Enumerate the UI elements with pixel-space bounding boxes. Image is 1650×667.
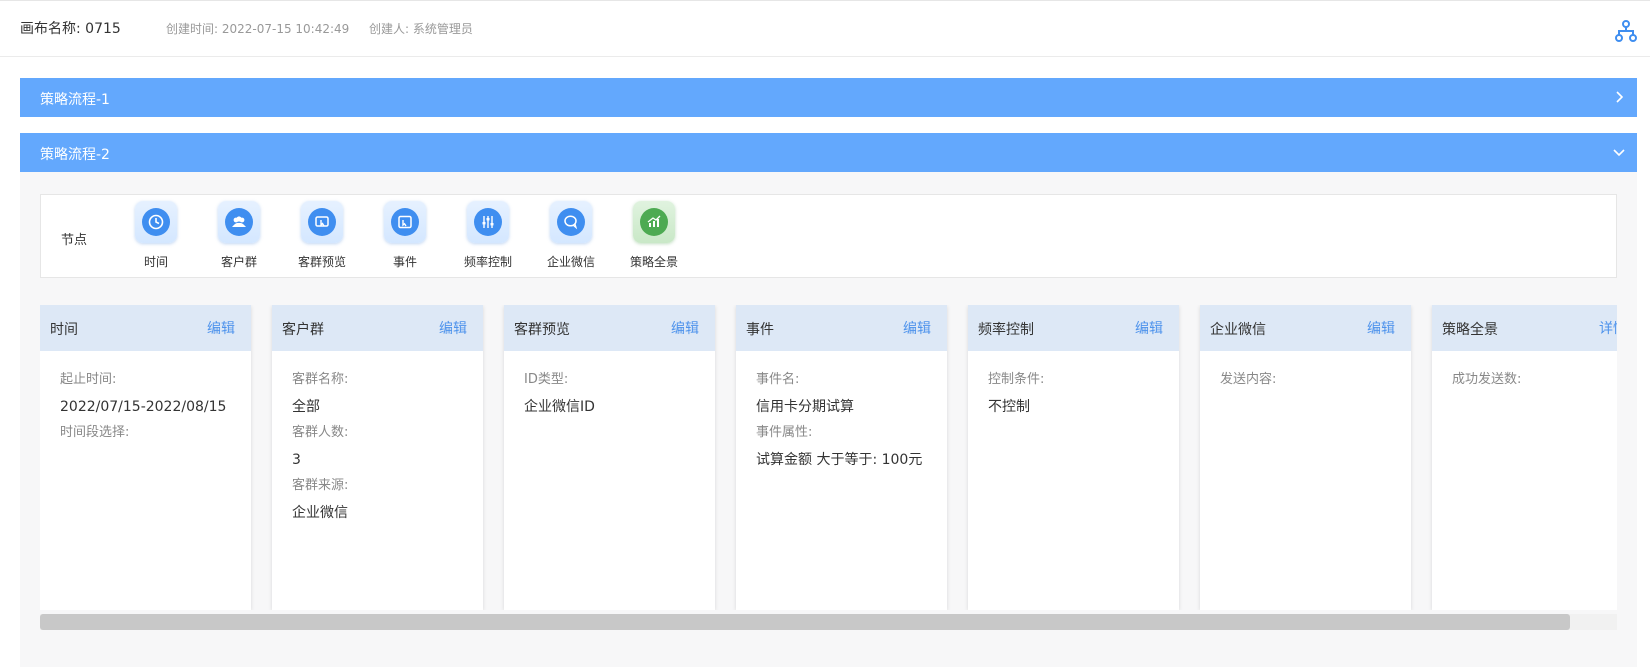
details-link[interactable]: 详情	[1599, 318, 1617, 338]
card-title: 策略全景	[1442, 322, 1498, 338]
field-label: 客群名称:	[292, 372, 349, 387]
field-value: 信用卡分期试算	[756, 399, 854, 415]
node-label: 频率控制	[463, 255, 512, 269]
scrollbar-thumb[interactable]	[40, 614, 1570, 630]
card-frequency-control: 频率控制 编辑 控制条件: 不控制	[968, 305, 1179, 610]
node-label: 客户群	[220, 255, 257, 269]
horizontal-scrollbar[interactable]	[40, 614, 1617, 630]
card-title: 企业微信	[1210, 322, 1266, 338]
field-label: 控制条件:	[988, 372, 1045, 387]
chat-icon	[557, 208, 585, 236]
created-time: 创建时间: 2022-07-15 10:42:49	[166, 22, 350, 36]
edit-link[interactable]: 编辑	[1135, 318, 1163, 338]
chevron-right-icon	[1611, 89, 1627, 105]
node-label: 事件	[392, 255, 417, 269]
field-label: 时间段选择:	[60, 425, 130, 440]
field-value: 3	[292, 452, 301, 468]
users-icon	[225, 208, 253, 236]
field-value: 2022/07/15-2022/08/15	[60, 399, 227, 415]
field-label: 客群来源:	[292, 478, 349, 493]
edit-link[interactable]: 编辑	[439, 318, 467, 338]
card-title: 时间	[50, 322, 78, 338]
panel-title: 策略流程-1	[40, 92, 110, 108]
org-chart-icon[interactable]	[1614, 19, 1638, 43]
field-value: 不控制	[988, 399, 1030, 415]
node-label: 企业微信	[546, 255, 595, 269]
canvas-header: 画布名称: 0715 创建时间: 2022-07-15 10:42:49 创建人…	[0, 0, 1650, 57]
node-customer-group[interactable]: 客户群	[204, 201, 274, 270]
sliders-icon	[474, 208, 502, 236]
node-group-preview[interactable]: 客群预览	[287, 201, 357, 270]
edit-link[interactable]: 编辑	[671, 318, 699, 338]
chart-icon	[640, 208, 668, 236]
panel-body-strategy-2: 节点 时间 客户群 客群预览 事件 频率控制 企业微信 策略全景 时间 编辑 起…	[20, 172, 1637, 667]
clock-icon	[142, 208, 170, 236]
panel-header-strategy-1[interactable]: 策略流程-1	[20, 78, 1637, 117]
field-label: 客群人数:	[292, 425, 349, 440]
card-customer-group: 客户群 编辑 客群名称: 全部 客群人数: 3 客群来源: 企业微信	[272, 305, 483, 610]
node-label: 时间	[143, 255, 168, 269]
panel-title: 策略流程-2	[40, 147, 110, 163]
edit-link[interactable]: 编辑	[903, 318, 931, 338]
canvas-name: 画布名称: 0715	[20, 21, 121, 37]
node-label: 策略全景	[629, 255, 678, 269]
field-label: 事件属性:	[756, 425, 813, 440]
field-label: 事件名:	[756, 372, 800, 387]
card-title: 事件	[746, 322, 774, 338]
node-time[interactable]: 时间	[121, 201, 191, 270]
panel-header-strategy-2[interactable]: 策略流程-2	[20, 133, 1637, 172]
node-palette-label: 节点	[61, 233, 88, 248]
field-value: 试算金额 大于等于: 100元	[756, 452, 923, 468]
node-strategy-overview[interactable]: 策略全景	[619, 201, 689, 270]
field-value: 企业微信ID	[524, 399, 595, 415]
card-group-preview: 客群预览 编辑 ID类型: 企业微信ID	[504, 305, 715, 610]
field-label: 起止时间:	[60, 372, 117, 387]
field-value: 全部	[292, 399, 320, 415]
field-value: 企业微信	[292, 505, 348, 521]
node-palette: 节点 时间 客户群 客群预览 事件 频率控制 企业微信 策略全景	[40, 194, 1617, 278]
field-label: 成功发送数:	[1452, 372, 1522, 387]
card-wecom: 企业微信 编辑 发送内容:	[1200, 305, 1411, 610]
node-wecom[interactable]: 企业微信	[536, 201, 606, 270]
node-frequency-control[interactable]: 频率控制	[453, 201, 523, 270]
card-title: 客户群	[282, 322, 324, 338]
preview-icon	[308, 208, 336, 236]
strategy-cards: 时间 编辑 起止时间: 2022/07/15-2022/08/15 时间段选择:…	[40, 305, 1617, 610]
card-title: 频率控制	[978, 322, 1034, 338]
node-label: 客群预览	[297, 255, 346, 269]
field-label: ID类型:	[524, 372, 569, 387]
edit-link[interactable]: 编辑	[1367, 318, 1395, 338]
node-event[interactable]: 事件	[370, 201, 440, 270]
card-event: 事件 编辑 事件名: 信用卡分期试算 事件属性: 试算金额 大于等于: 100元	[736, 305, 947, 610]
chevron-down-icon	[1611, 144, 1627, 160]
edit-link[interactable]: 编辑	[207, 318, 235, 338]
card-time: 时间 编辑 起止时间: 2022/07/15-2022/08/15 时间段选择:	[40, 305, 251, 610]
card-strategy-overview: 策略全景 详情 成功发送数:	[1432, 305, 1617, 610]
card-title: 客群预览	[514, 322, 570, 338]
field-label: 发送内容:	[1220, 372, 1277, 387]
creator: 创建人: 系统管理员	[369, 22, 473, 36]
event-icon	[391, 208, 419, 236]
